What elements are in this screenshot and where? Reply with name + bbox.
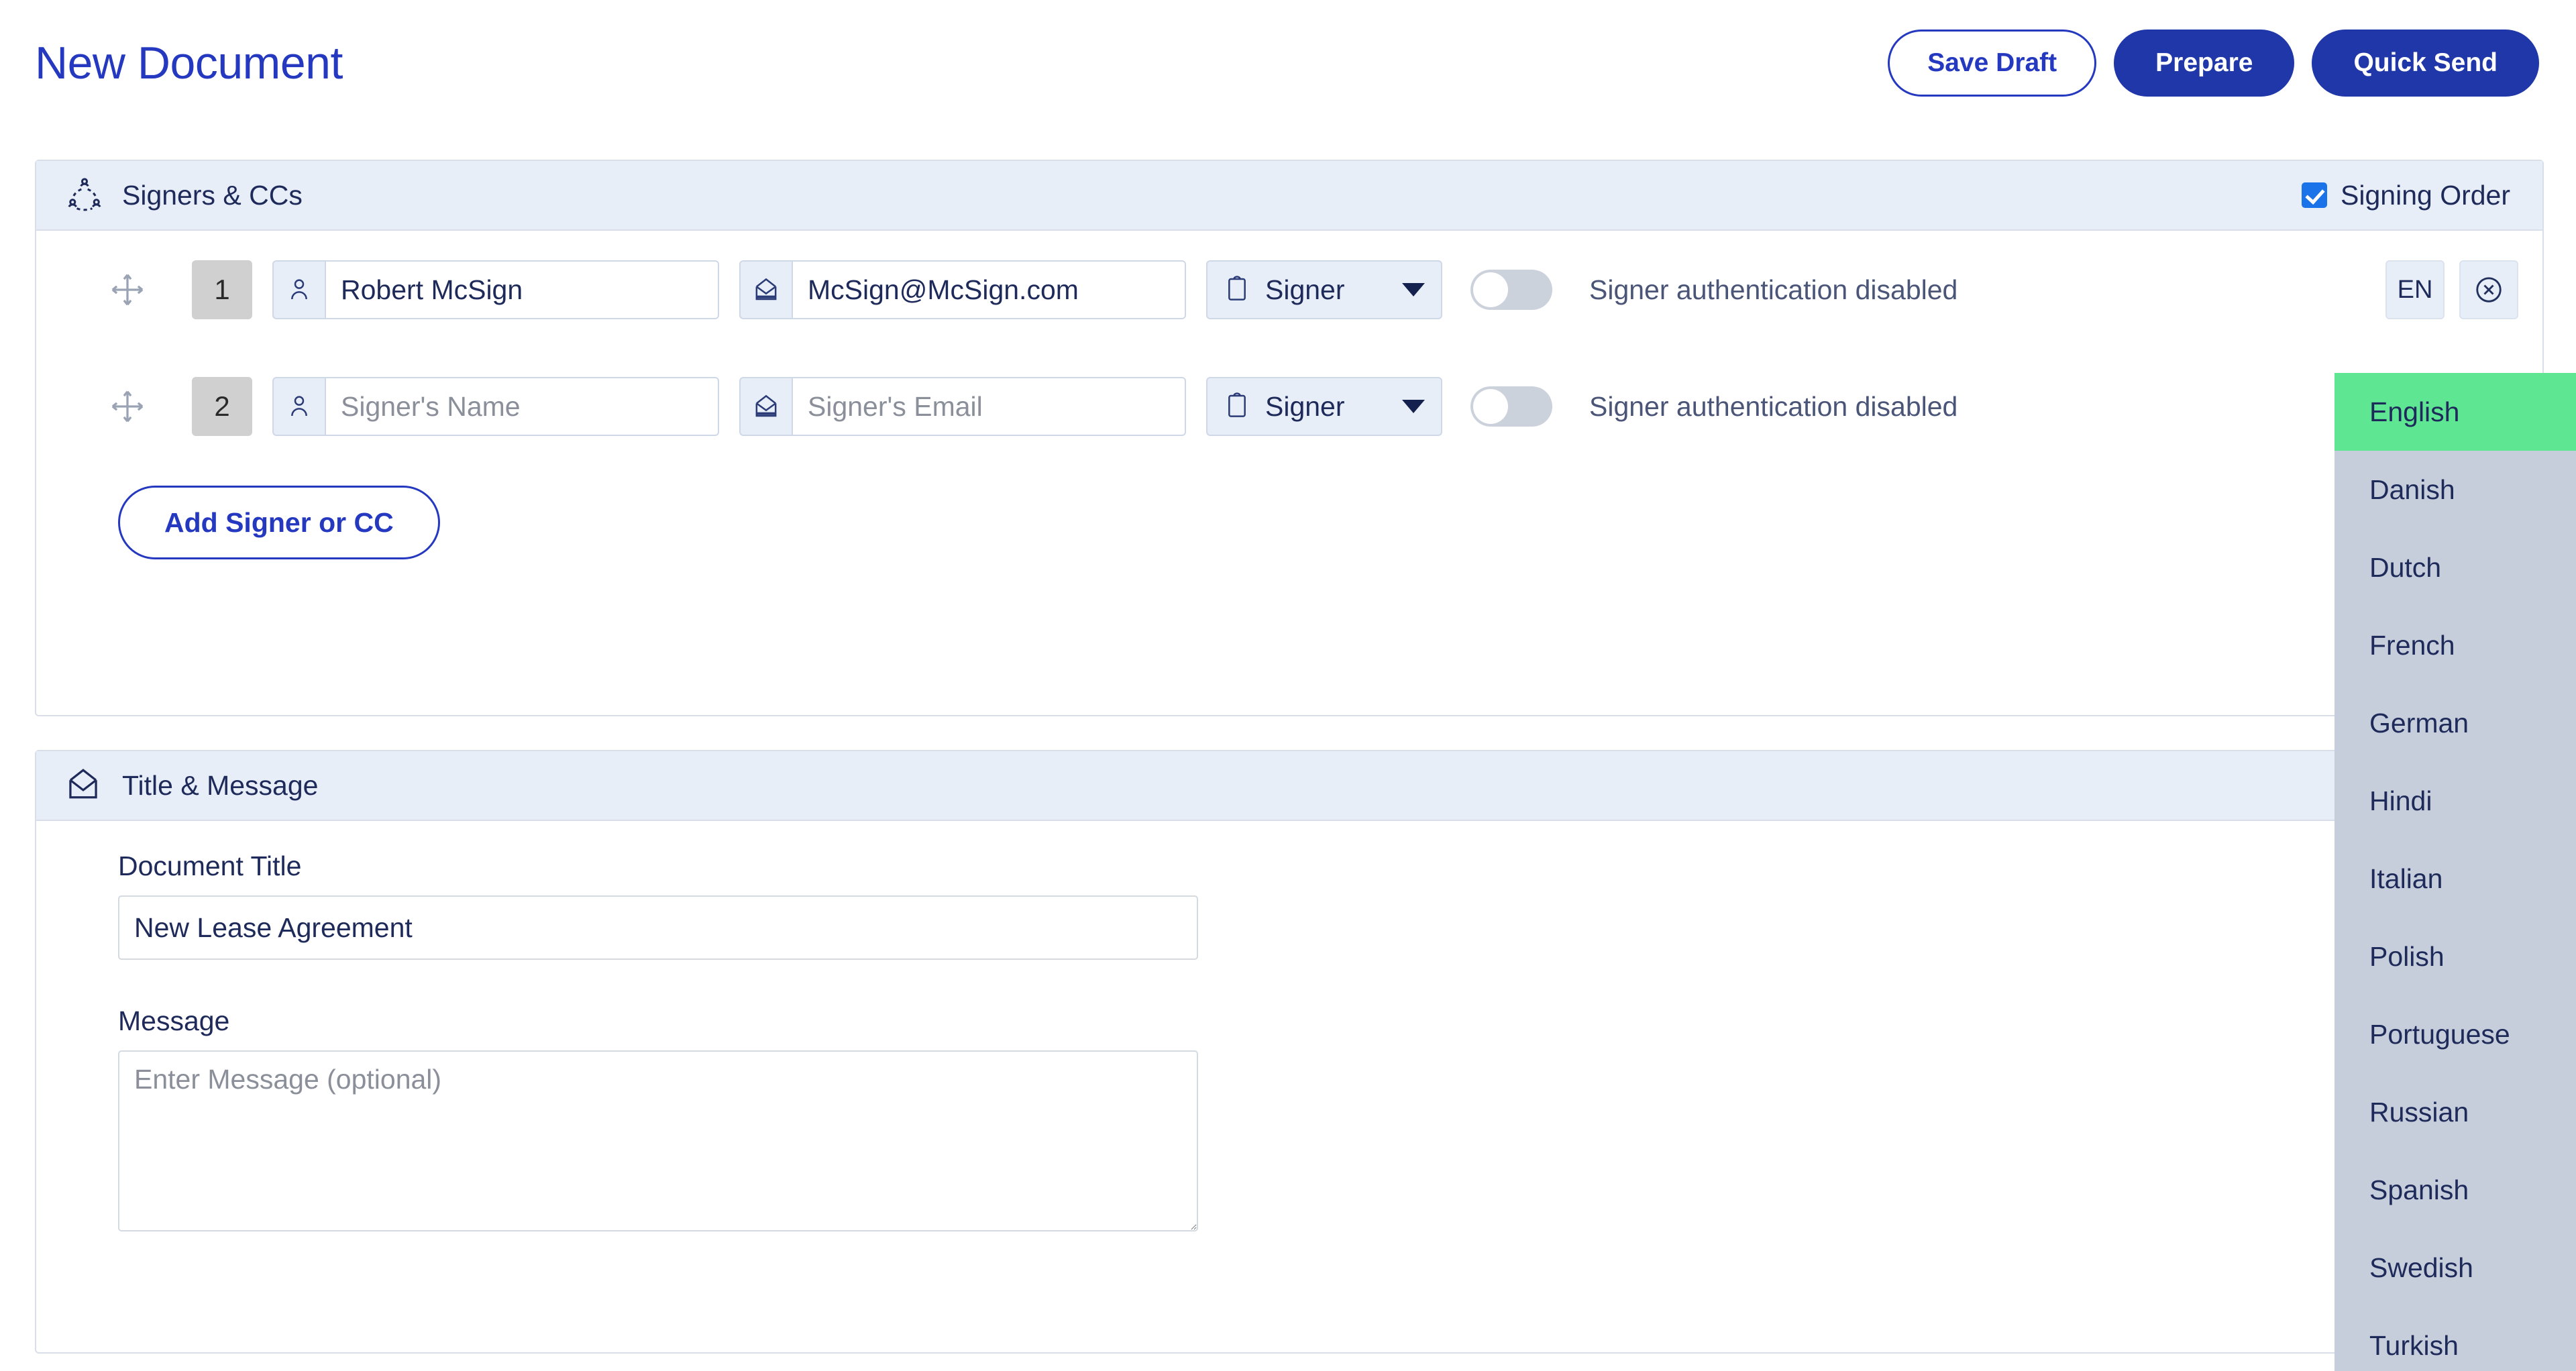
signer-order-badge: 1 — [192, 260, 252, 319]
top-bar: New Document Save Draft Prepare Quick Se… — [0, 0, 2576, 126]
signer-name-group — [272, 377, 719, 436]
chevron-down-icon — [1402, 400, 1425, 413]
language-option-italian[interactable]: Italian — [2334, 840, 2576, 918]
signer-row: 1 Robert McSign McSign@McSign.com Signer… — [36, 245, 2542, 334]
language-option-english[interactable]: English — [2334, 373, 2576, 451]
title-message-body: Document Title Message — [36, 821, 2542, 1235]
message-label: Message — [118, 1005, 230, 1036]
signing-order-label: Signing Order — [2341, 179, 2510, 211]
chevron-down-icon — [1402, 283, 1425, 296]
signers-panel-header: Signers & CCs Signing Order — [36, 161, 2542, 231]
language-option-turkish[interactable]: Turkish — [2334, 1307, 2576, 1371]
drag-handle-icon[interactable] — [109, 388, 146, 425]
message-textarea[interactable] — [118, 1050, 1198, 1231]
language-option-danish[interactable]: Danish — [2334, 451, 2576, 529]
title-message-panel-title: Title & Message — [122, 769, 319, 801]
language-option-spanish[interactable]: Spanish — [2334, 1151, 2576, 1229]
prepare-button[interactable]: Prepare — [2114, 30, 2295, 97]
person-icon — [272, 377, 325, 436]
signer-auth-toggle[interactable] — [1470, 270, 1552, 310]
document-title-label: Document Title — [118, 851, 302, 881]
language-option-french[interactable]: French — [2334, 606, 2576, 684]
save-draft-button[interactable]: Save Draft — [1888, 30, 2097, 97]
signer-role-label: Signer — [1265, 274, 1345, 305]
envelope-icon — [739, 377, 792, 436]
signer-auth-status: Signer authentication disabled — [1589, 274, 1958, 305]
language-option-russian[interactable]: Russian — [2334, 1073, 2576, 1151]
signer-email-group — [739, 260, 1186, 319]
signer-role-label: Signer — [1265, 390, 1345, 422]
signers-header-left: Signers & CCs — [66, 176, 303, 214]
document-title-input[interactable] — [118, 895, 1198, 960]
signer-email-input[interactable] — [792, 377, 1186, 436]
add-signer-or-cc-button[interactable]: Add Signer or CC — [118, 486, 440, 559]
language-option-swedish[interactable]: Swedish — [2334, 1229, 2576, 1307]
signers-panel: Signers & CCs Signing Order 1 Robert McS… — [35, 160, 2544, 716]
envelope-icon — [739, 260, 792, 319]
signer-row: 2 Signer's Name Signer's Email Signer Si… — [36, 362, 2542, 451]
top-bar-actions: Save Draft Prepare Quick Send — [1888, 30, 2539, 97]
signer-row-actions: EN — [2385, 260, 2518, 319]
signer-auth-status: Signer authentication disabled — [1589, 390, 1958, 422]
signer-order-badge: 2 — [192, 377, 252, 436]
signer-auth-toggle[interactable] — [1470, 386, 1552, 427]
language-option-polish[interactable]: Polish — [2334, 918, 2576, 995]
signer-email-input[interactable] — [792, 260, 1186, 319]
close-circle-icon — [2476, 277, 2502, 303]
quick-send-button[interactable]: Quick Send — [2312, 30, 2539, 97]
signer-name-group — [272, 260, 719, 319]
language-option-dutch[interactable]: Dutch — [2334, 529, 2576, 606]
language-option-portuguese[interactable]: Portuguese — [2334, 995, 2576, 1073]
remove-signer-button[interactable] — [2459, 260, 2518, 319]
signer-language-code: EN — [2397, 275, 2433, 304]
signer-role-select[interactable]: Signer — [1206, 260, 1442, 319]
signer-name-input[interactable] — [325, 260, 719, 319]
person-icon — [272, 260, 325, 319]
signing-order-checkbox[interactable] — [2302, 182, 2328, 208]
language-dropdown[interactable]: English Danish Dutch French German Hindi… — [2334, 373, 2576, 1371]
title-message-panel: Title & Message Document Title Message — [35, 750, 2544, 1354]
envelope-open-icon — [66, 767, 103, 804]
signing-order-checkbox-group[interactable]: Signing Order — [2302, 180, 2510, 211]
drag-handle-icon[interactable] — [109, 271, 146, 309]
title-message-header-left: Title & Message — [66, 767, 318, 804]
signer-language-button[interactable]: EN — [2385, 260, 2445, 319]
language-option-german[interactable]: German — [2334, 684, 2576, 762]
clipboard-icon — [1224, 392, 1250, 422]
language-option-hindi[interactable]: Hindi — [2334, 762, 2576, 840]
page-title: New Document — [35, 38, 343, 89]
field-spacer — [118, 960, 2542, 1005]
title-message-panel-header: Title & Message — [36, 751, 2542, 821]
signers-panel-title: Signers & CCs — [122, 179, 303, 211]
people-network-icon — [66, 176, 103, 214]
signer-name-input[interactable] — [325, 377, 719, 436]
signer-email-group — [739, 377, 1186, 436]
add-signer-row: Add Signer or CC S — [36, 486, 2542, 559]
clipboard-icon — [1224, 275, 1250, 305]
signer-role-select[interactable]: Signer — [1206, 377, 1442, 436]
